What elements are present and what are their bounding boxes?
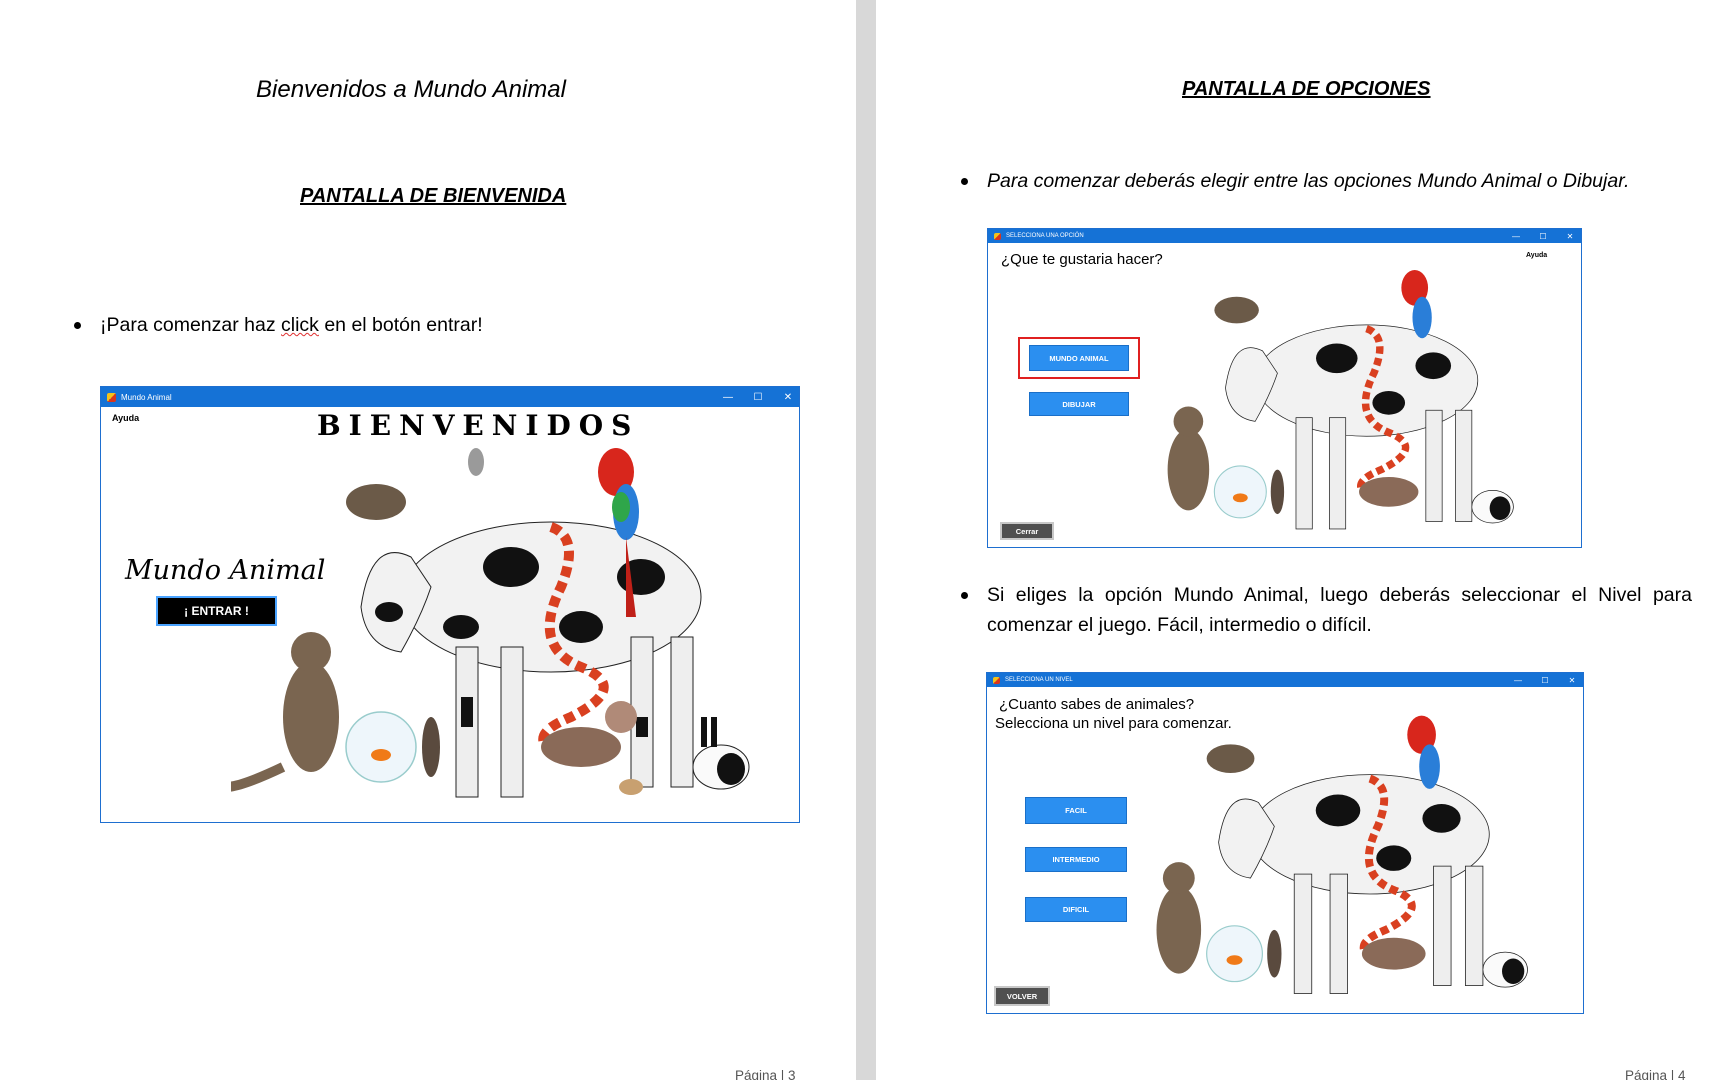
volver-button[interactable]: VOLVER <box>994 986 1050 1006</box>
window-title: SELECCIONA UN NIVEL <box>1005 677 1073 683</box>
bullet-item-2: Si eliges la opción Mundo Animal, luego … <box>961 580 1692 640</box>
window-controls: — ☐ ✕ <box>723 387 793 407</box>
animals-illustration <box>1167 270 1514 530</box>
window-titlebar: SELECCIONA UN NIVEL — ☐ ✕ <box>987 673 1583 687</box>
section-heading-bienvenida: PANTALLA DE BIENVENIDA <box>300 185 567 207</box>
minimize-icon[interactable]: — <box>1513 676 1523 685</box>
window-title: SELECCIONA UNA OPCIÓN <box>1006 233 1084 239</box>
bullet-text-end: en el botón entrar! <box>318 314 483 336</box>
menu-ayuda[interactable]: Ayuda <box>112 413 139 423</box>
close-icon[interactable]: ✕ <box>1565 232 1575 241</box>
rabbit-shape <box>692 717 750 790</box>
app-icon <box>993 676 1000 684</box>
document-page-4: PANTALLA DE OPCIONES Para comenzar deber… <box>876 0 1715 1080</box>
window-title: Mundo Animal <box>121 392 172 402</box>
maximize-icon[interactable]: ☐ <box>753 392 763 403</box>
app-icon <box>994 232 1001 240</box>
kitten-shape <box>346 484 406 520</box>
bullet-text-start: ¡Para comenzar haz <box>100 314 281 336</box>
window-controls: — ☐ ✕ <box>1511 229 1575 243</box>
window-titlebar: Mundo Animal — ☐ ✕ <box>101 387 799 407</box>
close-icon[interactable]: ✕ <box>783 392 793 403</box>
cockatiel-shape <box>468 448 484 476</box>
hamster-shape <box>619 779 643 795</box>
document-page-3: Bienvenidos a Mundo Animal PANTALLA DE B… <box>0 0 856 1080</box>
bullet-item: ¡Para comenzar haz click en el botón ent… <box>74 310 483 340</box>
section-heading-opciones: PANTALLA DE OPCIONES <box>1182 78 1431 100</box>
maximize-icon[interactable]: ☐ <box>1540 676 1550 685</box>
minimize-icon[interactable]: — <box>1511 232 1521 241</box>
close-icon[interactable]: ✕ <box>1567 676 1577 685</box>
welcome-window-screenshot: Mundo Animal — ☐ ✕ Ayuda BIENVENIDOS Mun… <box>100 386 800 823</box>
options-window-screenshot: SELECCIONA UNA OPCIÓN — ☐ ✕ ¿Que te gust… <box>987 228 1582 548</box>
cat-shape <box>231 632 339 792</box>
minimize-icon[interactable]: — <box>723 392 733 403</box>
maximize-icon[interactable]: ☐ <box>1538 232 1548 241</box>
page-number: Página | 3 <box>735 1068 796 1080</box>
window-controls: — ☐ ✕ <box>1513 673 1577 687</box>
level-window-screenshot: SELECCIONA UN NIVEL — ☐ ✕ ¿Cuanto sabes … <box>986 672 1584 1014</box>
app-icon <box>107 392 116 402</box>
bullet-item-1: Para comenzar deberás elegir entre las o… <box>960 166 1629 196</box>
cerrar-button[interactable]: Cerrar <box>1000 522 1054 540</box>
fishbowl-shape <box>345 711 417 783</box>
ferret-shape <box>422 717 440 777</box>
page-gutter <box>856 0 876 1080</box>
document-title: Bienvenidos a Mundo Animal <box>256 76 566 103</box>
animals-illustration <box>1156 715 1528 994</box>
page-number: Página | 4 <box>1625 1068 1686 1080</box>
animals-illustration <box>231 448 750 798</box>
window-titlebar: SELECCIONA UNA OPCIÓN — ☐ ✕ <box>988 229 1581 243</box>
spellcheck-word: click <box>281 314 319 336</box>
